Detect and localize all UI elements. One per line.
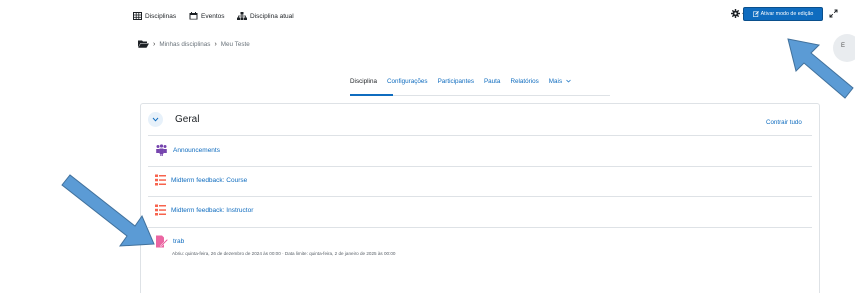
active-tab-indicator bbox=[350, 94, 393, 96]
calendar-icon bbox=[189, 12, 198, 20]
activity-trab[interactable]: trab bbox=[155, 235, 184, 248]
collapse-all-link[interactable]: Contrair tudo bbox=[766, 119, 802, 126]
breadcrumb-item-current: Meu Teste bbox=[220, 40, 250, 48]
course-section-card bbox=[140, 103, 820, 293]
edit-icon bbox=[752, 11, 759, 17]
assignment-dates: Abriu: quinta-feira, 26 de dezembro de 2… bbox=[172, 251, 396, 256]
nav-eventos[interactable]: Eventos bbox=[189, 9, 225, 23]
activity-label: Announcements bbox=[173, 146, 220, 154]
section-header: Geral bbox=[148, 112, 199, 127]
nav-disciplina-atual[interactable]: Disciplina atual bbox=[237, 9, 294, 23]
divider bbox=[148, 166, 812, 167]
grid-icon bbox=[133, 12, 142, 20]
section-collapse-toggle[interactable] bbox=[148, 112, 163, 127]
forum-icon bbox=[156, 144, 167, 156]
folder-icon bbox=[138, 40, 149, 48]
nav-disciplina-atual-label: Disciplina atual bbox=[250, 12, 294, 20]
chevron-down-icon bbox=[566, 79, 571, 83]
activity-label: Midterm feedback: Course bbox=[171, 176, 248, 184]
sitemap-icon bbox=[237, 12, 247, 20]
annotation-arrow-icon bbox=[787, 38, 854, 99]
breadcrumb-item-minhas-disciplinas[interactable]: Minhas disciplinas bbox=[159, 41, 210, 48]
nav-disciplinas[interactable]: Disciplinas bbox=[133, 9, 176, 23]
divider bbox=[148, 196, 812, 197]
activity-label: trab bbox=[173, 238, 185, 245]
edit-mode-button[interactable]: Ativar modo de edição bbox=[743, 7, 823, 21]
breadcrumb: › Minhas disciplinas › Meu Teste bbox=[138, 40, 250, 48]
section-title: Geral bbox=[175, 114, 200, 125]
collapse-arrows-icon[interactable] bbox=[829, 9, 838, 18]
edit-mode-label: Ativar modo de edição bbox=[760, 11, 814, 17]
activity-announcements[interactable]: Announcements bbox=[155, 144, 220, 156]
top-navbar: Disciplinas Eventos Disciplina atual Ati… bbox=[0, 0, 855, 30]
annotation-arrow-icon bbox=[61, 174, 155, 247]
activity-midterm-feedback-course[interactable]: Midterm feedback: Course bbox=[155, 174, 247, 186]
activity-midterm-feedback-instructor[interactable]: Midterm feedback: Instructor bbox=[155, 204, 253, 216]
breadcrumb-separator-icon: › bbox=[214, 40, 217, 48]
gear-icon bbox=[731, 9, 740, 18]
divider bbox=[148, 227, 812, 228]
breadcrumb-separator-icon: › bbox=[153, 40, 156, 48]
tab-mais-label: Mais bbox=[548, 78, 563, 85]
divider bbox=[148, 135, 812, 136]
nav-disciplinas-label: Disciplinas bbox=[145, 12, 177, 20]
activity-label: Midterm feedback: Instructor bbox=[171, 206, 254, 214]
chevron-down-icon bbox=[152, 117, 159, 122]
nav-eventos-label: Eventos bbox=[201, 12, 225, 20]
